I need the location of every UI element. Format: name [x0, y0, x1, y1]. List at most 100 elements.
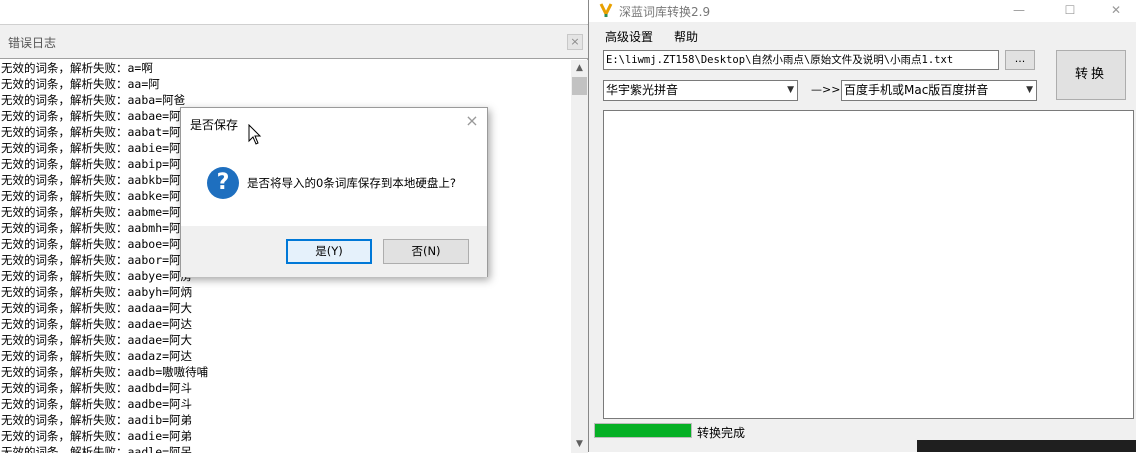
log-line-prefix: 无效的词条，解析失败：: [1, 301, 128, 315]
dialog-button-area: 是(Y) 否(N): [181, 226, 487, 277]
chevron-down-icon: ▼: [1026, 85, 1033, 95]
log-line-entry: aadae=阿达: [127, 317, 193, 331]
log-line-entry: aabat=阿: [127, 125, 181, 139]
browse-button[interactable]: ...: [1005, 50, 1035, 70]
log-line-prefix: 无效的词条，解析失败：: [1, 253, 128, 267]
mouse-cursor-icon: [248, 124, 262, 145]
log-line-entry: aaba=阿爸: [127, 93, 186, 107]
log-line-entry: aabme=阿: [127, 205, 181, 219]
log-line-prefix: 无效的词条，解析失败：: [1, 77, 128, 91]
maximize-icon[interactable]: ☐: [1047, 0, 1093, 22]
log-line-prefix: 无效的词条，解析失败：: [1, 61, 128, 75]
log-line-entry: aadie=阿弟: [127, 429, 193, 443]
source-format-value: 华宇紫光拼音: [606, 83, 679, 97]
scroll-down-icon[interactable]: ▼: [571, 436, 588, 453]
log-line-entry: aabkb=阿: [127, 173, 181, 187]
log-line-entry: aabke=阿: [127, 189, 181, 203]
error-log-titlebar[interactable]: 错误日志 ×: [0, 25, 588, 59]
log-line-prefix: 无效的词条，解析失败：: [1, 413, 128, 427]
list-item: 无效的词条，解析失败：aadaz=阿达: [0, 348, 571, 364]
log-line-entry: aadaa=阿大: [127, 301, 193, 315]
log-line-prefix: 无效的词条，解析失败：: [1, 269, 128, 283]
log-line-prefix: 无效的词条，解析失败：: [1, 285, 128, 299]
log-line-prefix: 无效的词条，解析失败：: [1, 173, 128, 187]
file-path-input[interactable]: E:\liwmj.ZT158\Desktop\自然小雨点\原始文件及说明\小雨点…: [603, 50, 999, 70]
log-line-entry: aadaz=阿达: [127, 349, 193, 363]
close-icon[interactable]: ✕: [1093, 0, 1136, 22]
list-item: 无效的词条，解析失败：aadae=阿大: [0, 332, 571, 348]
log-line-prefix: 无效的词条，解析失败：: [1, 157, 128, 171]
status-text: 转换完成: [697, 426, 746, 440]
log-line-entry: aadb=嗷嗷待哺: [127, 365, 209, 379]
list-item: 无效的词条，解析失败：aabyh=阿炳: [0, 284, 571, 300]
log-line-entry: aabie=阿: [127, 141, 181, 155]
log-line-prefix: 无效的词条，解析失败：: [1, 205, 128, 219]
log-line-entry: aabmh=阿: [127, 221, 181, 235]
log-line-prefix: 无效的词条，解析失败：: [1, 349, 128, 363]
no-button[interactable]: 否(N): [383, 239, 469, 264]
log-line-prefix: 无效的词条，解析失败：: [1, 381, 128, 395]
log-line-entry: aabae=阿: [127, 109, 181, 123]
log-line-entry: aadae=阿大: [127, 333, 193, 347]
menu-help[interactable]: 帮助: [674, 28, 698, 45]
log-line-entry: a=啊: [127, 61, 153, 75]
question-icon: ?: [207, 167, 239, 199]
menu-advanced-settings[interactable]: 高级设置: [605, 28, 653, 45]
log-line-entry: aabip=阿: [127, 157, 181, 171]
log-line-prefix: 无效的词条，解析失败：: [1, 365, 128, 379]
log-line-entry: aa=阿: [127, 77, 160, 91]
log-line-prefix: 无效的词条，解析失败：: [1, 125, 128, 139]
progress-fill: [595, 424, 691, 437]
list-item: 无效的词条，解析失败：aaba=阿爸: [0, 92, 571, 108]
source-format-select[interactable]: 华宇紫光拼音 ▼: [603, 80, 798, 101]
error-log-title: 错误日志: [8, 36, 57, 50]
conversion-arrow: —>>: [811, 83, 841, 96]
list-item: 无效的词条，解析失败：aadib=阿弟: [0, 412, 571, 428]
list-item: 无效的词条，解析失败：aadae=阿达: [0, 316, 571, 332]
convert-button[interactable]: 转换: [1056, 50, 1126, 100]
log-line-prefix: 无效的词条，解析失败：: [1, 189, 128, 203]
yes-button[interactable]: 是(Y): [286, 239, 372, 264]
scroll-up-icon[interactable]: ▲: [571, 60, 588, 77]
log-line-prefix: 无效的词条，解析失败：: [1, 221, 128, 235]
scroll-thumb[interactable]: [572, 77, 587, 95]
dialog-message: 是否将导入的0条词库保存到本地硬盘上?: [247, 176, 456, 190]
log-line-prefix: 无效的词条，解析失败：: [1, 317, 128, 331]
list-item: 无效的词条，解析失败：aadaa=阿大: [0, 300, 571, 316]
log-line-prefix: 无效的词条，解析失败：: [1, 397, 128, 411]
log-line-prefix: 无效的词条，解析失败：: [1, 333, 128, 347]
log-line-entry: aabor=阿: [127, 253, 181, 267]
log-line-entry: aabyh=阿炳: [127, 285, 193, 299]
log-line-prefix: 无效的词条，解析失败：: [1, 237, 128, 251]
app-icon: [599, 3, 613, 18]
converter-title: 深蓝词库转换2.9: [619, 5, 711, 19]
converter-titlebar[interactable]: 深蓝词库转换2.9 — ☐ ✕: [589, 0, 1136, 22]
target-format-value: 百度手机或Mac版百度拼音: [844, 83, 989, 97]
scrollbar[interactable]: ▲ ▼: [571, 60, 588, 453]
log-line-entry: aadib=阿弟: [127, 413, 193, 427]
list-item: 无效的词条，解析失败：aadbd=阿斗: [0, 380, 571, 396]
dialog-title: 是否保存: [190, 118, 239, 132]
close-icon[interactable]: ×: [464, 113, 480, 129]
list-item: 无效的词条，解析失败：a=啊: [0, 60, 571, 76]
log-line-prefix: 无效的词条，解析失败：: [1, 109, 128, 123]
log-line-entry: aadbe=阿斗: [127, 397, 193, 411]
list-item: 无效的词条，解析失败：aa=阿: [0, 76, 571, 92]
save-dialog: 是否保存 × ? 是否将导入的0条词库保存到本地硬盘上? 是(Y) 否(N): [180, 107, 488, 277]
output-textarea[interactable]: [603, 110, 1134, 419]
list-item: 无效的词条，解析失败：aadb=嗷嗷待哺: [0, 364, 571, 380]
close-icon[interactable]: ×: [567, 34, 583, 50]
list-item: 无效的词条，解析失败：aadbe=阿斗: [0, 396, 571, 412]
minimize-icon[interactable]: —: [996, 0, 1042, 22]
target-format-select[interactable]: 百度手机或Mac版百度拼音 ▼: [841, 80, 1037, 101]
log-line-prefix: 无效的词条，解析失败：: [1, 141, 128, 155]
log-line-prefix: 无效的词条，解析失败：: [1, 429, 128, 443]
log-line-entry: aadbd=阿斗: [127, 381, 193, 395]
list-item: 无效的词条，解析失败：aadie=阿弟: [0, 428, 571, 444]
log-line-entry: aaboe=阿: [127, 237, 181, 251]
background-window-edge: [917, 440, 1136, 452]
progress-bar: [594, 423, 692, 438]
log-line-prefix: 无效的词条，解析失败：: [1, 93, 128, 107]
menu-bar: 高级设置 帮助: [589, 24, 1136, 46]
chevron-down-icon: ▼: [787, 85, 794, 95]
